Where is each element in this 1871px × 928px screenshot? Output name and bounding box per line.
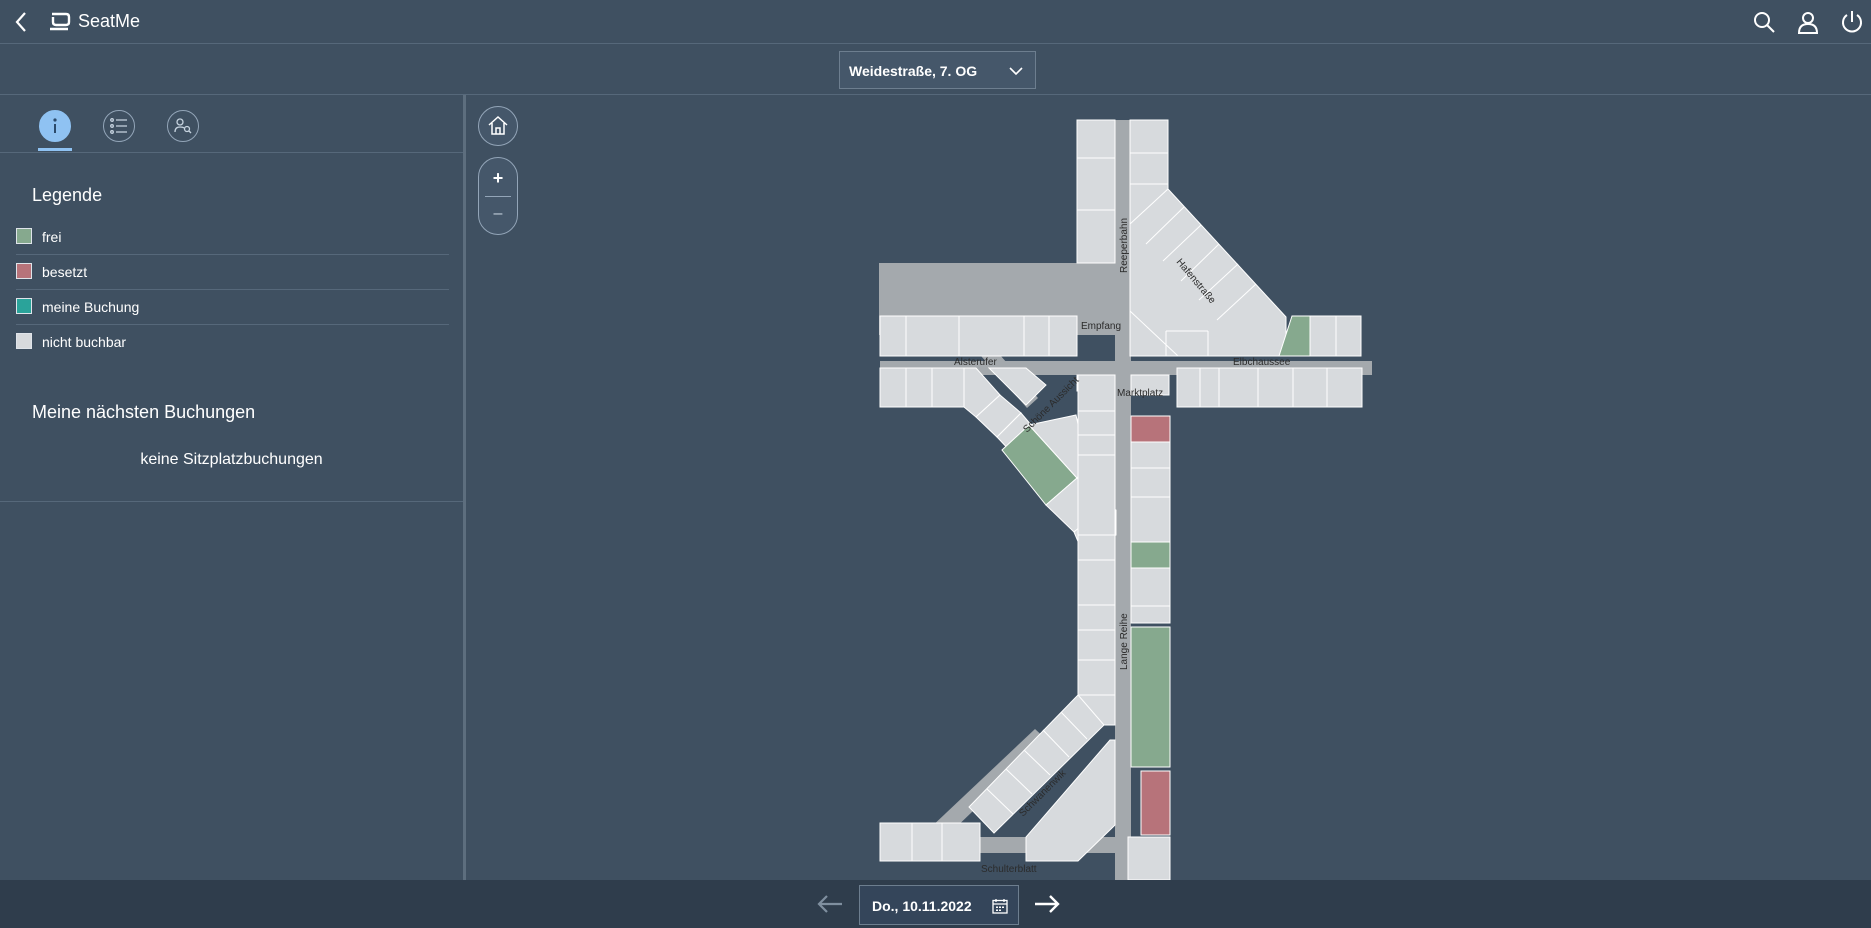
location-select-value: Weidestraße, 7. OG: [849, 63, 978, 79]
shell-header: SeatMe: [0, 0, 1871, 44]
floorplan: Reeperbahn Hafenstraße Empfang Alsterufe…: [879, 119, 1372, 880]
chevron-down-icon: [1009, 67, 1023, 76]
person-search-icon: [174, 118, 192, 134]
seatme-logo-icon: [50, 12, 71, 31]
tab-active-indicator: [38, 148, 72, 151]
rooms-south-west: [879, 374, 1116, 862]
no-bookings-text: keine Sitzplatzbuchungen: [140, 451, 323, 468]
legend-item-mine: meine Buchung: [16, 290, 449, 325]
location-select[interactable]: Weidestraße, 7. OG: [839, 51, 1036, 89]
info-icon: [53, 118, 57, 133]
legend-title: Legende: [32, 185, 103, 205]
legend-item-unavailable: nicht buchbar: [16, 325, 449, 359]
list-icon: [110, 118, 127, 134]
legend-item-occupied: besetzt: [16, 255, 449, 290]
label-marktplatz: Marktplatz: [1117, 388, 1163, 399]
label-schulterblatt: Schulterblatt: [981, 864, 1037, 875]
date-value: Do., 10.11.2022: [872, 898, 972, 914]
tab-person-search[interactable]: [167, 110, 199, 142]
label-elbchaussee: Elbchaussee: [1233, 357, 1291, 368]
location-bar: Weidestraße, 7. OG: [0, 44, 1871, 95]
legend-swatch: [16, 298, 32, 314]
floor-map[interactable]: + – Reeperbahn Hafenstraße Empfang Alste…: [466, 95, 1871, 880]
app-title: SeatMe: [78, 11, 141, 31]
arrow-left-icon[interactable]: [816, 892, 844, 916]
user-icon[interactable]: [1796, 10, 1820, 34]
calendar-icon: [992, 899, 1008, 914]
search-icon[interactable]: [1752, 10, 1776, 34]
legend-swatch: [16, 263, 32, 279]
rooms-north-east: [1129, 119, 1362, 357]
sidebar: Legende frei besetzt meine Buchung nicht…: [0, 95, 466, 880]
legend-label: nicht buchbar: [42, 334, 127, 350]
label-lange-reihe: Lange Reihe: [1119, 613, 1130, 670]
arrow-right-icon[interactable]: [1033, 892, 1061, 916]
legend-label: frei: [42, 229, 62, 245]
rooms-east: [1176, 367, 1363, 408]
rooms-south-east: [1127, 374, 1171, 880]
rooms-north-west: [1076, 119, 1116, 264]
legend-label: meine Buchung: [42, 299, 140, 315]
power-icon[interactable]: [1840, 10, 1864, 34]
legend-swatch: [16, 228, 32, 244]
legend-swatch: [16, 333, 32, 349]
sidebar-tabs: [0, 95, 463, 153]
label-empfang: Empfang: [1081, 321, 1121, 332]
sidebar-divider: [0, 501, 463, 502]
back-arrow-icon[interactable]: [10, 10, 34, 34]
legend-label: besetzt: [42, 264, 88, 280]
tab-list[interactable]: [103, 110, 135, 142]
label-reeperbahn: Reeperbahn: [1119, 218, 1130, 273]
tab-info[interactable]: [39, 110, 71, 142]
legend-item-free: frei: [16, 220, 449, 255]
bookings-title: Meine nächsten Buchungen: [32, 402, 256, 422]
date-picker[interactable]: Do., 10.11.2022: [859, 885, 1019, 925]
date-navigation: Do., 10.11.2022: [0, 880, 1871, 928]
label-alsterufer: Alsterufer: [954, 357, 997, 368]
